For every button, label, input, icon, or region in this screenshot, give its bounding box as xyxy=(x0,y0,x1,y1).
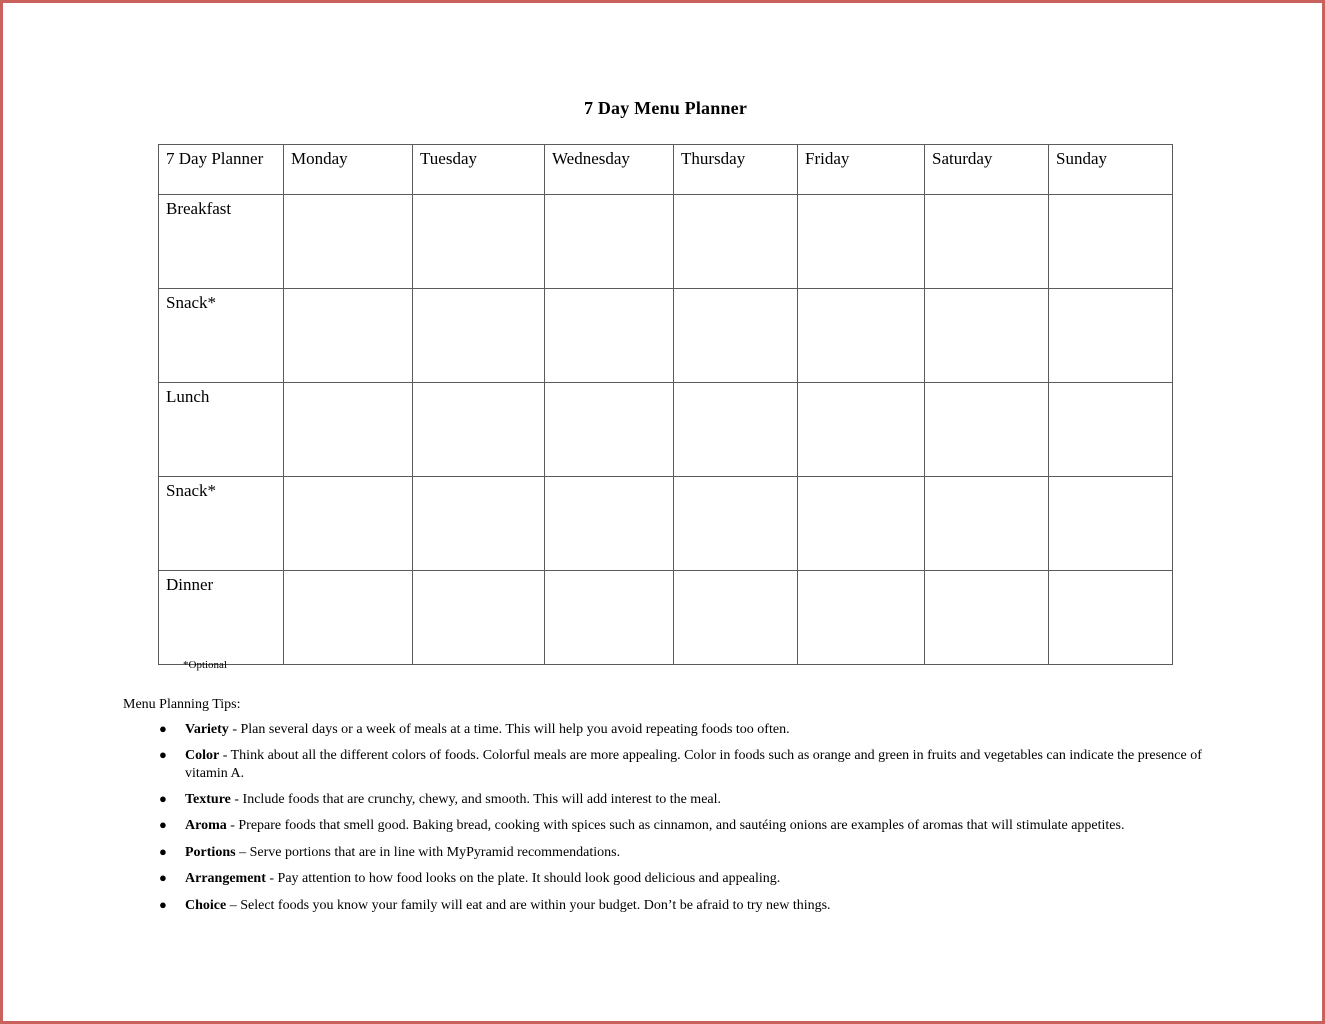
tip-term: Texture xyxy=(185,792,231,808)
planner-day-header-saturday: Saturday xyxy=(924,144,1049,195)
planner-cell-tuesday-3[interactable] xyxy=(412,476,545,571)
bullet-icon: ● xyxy=(159,817,167,833)
planner-cell-sunday-1[interactable] xyxy=(1048,288,1173,383)
tip-text: - Pay attention to how food looks on the… xyxy=(265,871,781,887)
tip-item: ● Choice – Select foods you know your fam… xyxy=(123,897,1213,914)
planner-cell-monday-4[interactable] xyxy=(283,570,413,665)
tip-text: - Think about all the different colors o… xyxy=(185,748,1202,781)
tip-item: ● Texture - Include foods that are crunch… xyxy=(123,791,1213,808)
planner-meal-label-snack-1: Snack* xyxy=(158,288,284,383)
planner-cell-saturday-4[interactable] xyxy=(924,570,1049,665)
planner-cell-thursday-3[interactable] xyxy=(673,476,798,571)
page-title: 7 Day Menu Planner xyxy=(583,98,748,118)
planner-cell-saturday-0[interactable] xyxy=(924,194,1049,289)
planner-cell-monday-3[interactable] xyxy=(283,476,413,571)
planner-cell-saturday-2[interactable] xyxy=(924,382,1049,477)
planner-cell-tuesday-4[interactable] xyxy=(412,570,545,665)
planner-meal-label-lunch-2: Lunch xyxy=(158,382,284,477)
planner-corner-label: 7 Day Planner xyxy=(158,144,284,195)
tip-text: – Serve portions that are in line with M… xyxy=(235,844,621,860)
tip-item: ● Variety - Plan several days or a week o… xyxy=(123,721,1213,738)
bullet-icon: ● xyxy=(159,896,167,912)
planner-cell-friday-4[interactable] xyxy=(797,570,925,665)
planner-day-header-thursday: Thursday xyxy=(673,144,798,195)
menu-planning-tips-list: ● Variety - Plan several days or a week o… xyxy=(123,721,1213,923)
planner-cell-saturday-3[interactable] xyxy=(924,476,1049,571)
tip-text: - Include foods that are crunchy, chewy,… xyxy=(230,792,722,808)
tip-term: Variety xyxy=(185,722,229,737)
planner-cell-friday-3[interactable] xyxy=(797,476,925,571)
planner-cell-friday-0[interactable] xyxy=(797,194,925,289)
planner-meal-label-dinner-4: Dinner xyxy=(158,570,284,665)
planner-cell-wednesday-4[interactable] xyxy=(544,570,674,665)
planner-day-header-wednesday: Wednesday xyxy=(544,144,674,195)
tip-text: - Plan several days or a week of meals a… xyxy=(228,722,790,737)
planner-cell-sunday-2[interactable] xyxy=(1048,382,1173,477)
planner-cell-thursday-0[interactable] xyxy=(673,194,798,289)
planner-cell-wednesday-0[interactable] xyxy=(544,194,674,289)
planner-day-header-tuesday: Tuesday xyxy=(412,144,545,195)
planner-cell-thursday-1[interactable] xyxy=(673,288,798,383)
planner-day-header-friday: Friday xyxy=(797,144,925,195)
tips-heading: Menu Planning Tips: xyxy=(123,697,241,712)
planner-cell-wednesday-1[interactable] xyxy=(544,288,674,383)
bullet-icon: ● xyxy=(159,870,167,886)
planner-cell-wednesday-3[interactable] xyxy=(544,476,674,571)
tip-item: ● Aroma - Prepare foods that smell good. … xyxy=(123,817,1213,834)
planner-cell-saturday-1[interactable] xyxy=(924,288,1049,383)
tip-item: ● Color - Think about all the different c… xyxy=(123,747,1213,782)
planner-header-row: 7 Day Planner Monday Tuesday Wednesday Thurs… xyxy=(158,144,1173,195)
planner-meal-label-snack-3: Snack* xyxy=(158,476,284,571)
planner-cell-monday-1[interactable] xyxy=(283,288,413,383)
bullet-icon: ● xyxy=(159,747,167,763)
tip-term: Portions xyxy=(185,844,236,860)
planner-cell-sunday-0[interactable] xyxy=(1048,194,1173,289)
planner-cell-tuesday-0[interactable] xyxy=(412,194,545,289)
tip-text: - Prepare foods that smell good. Baking … xyxy=(226,818,1125,834)
planner-meal-row: Snack* xyxy=(158,476,1173,571)
planner-meal-row: Lunch xyxy=(158,382,1173,477)
tip-item: ● Portions – Serve portions that are in l… xyxy=(123,844,1213,861)
planner-cell-friday-2[interactable] xyxy=(797,382,925,477)
planner-cell-sunday-4[interactable] xyxy=(1048,570,1173,665)
planner-meal-row: Breakfast xyxy=(158,194,1173,289)
bullet-icon: ● xyxy=(159,721,167,736)
planner-meal-row: Dinner xyxy=(158,570,1173,665)
tip-text: – Select foods you know your family will… xyxy=(226,897,831,913)
planner-day-header-sunday: Sunday xyxy=(1048,144,1173,195)
planner-cell-thursday-2[interactable] xyxy=(673,382,798,477)
planner-cell-friday-1[interactable] xyxy=(797,288,925,383)
tip-term: Color xyxy=(185,748,220,764)
tip-term: Aroma xyxy=(185,818,227,834)
planner-cell-monday-2[interactable] xyxy=(283,382,413,477)
optional-footnote: *Optional xyxy=(183,659,227,671)
menu-planner-table: 7 Day Planner Monday Tuesday Wednesday Thurs… xyxy=(158,144,1173,665)
planner-meal-row: Snack* xyxy=(158,288,1173,383)
planner-cell-tuesday-1[interactable] xyxy=(412,288,545,383)
planner-day-header-monday: Monday xyxy=(283,144,413,195)
planner-cell-wednesday-2[interactable] xyxy=(544,382,674,477)
bullet-icon: ● xyxy=(159,843,167,859)
tip-item: ● Arrangement - Pay attention to how food… xyxy=(123,870,1213,887)
planner-cell-sunday-3[interactable] xyxy=(1048,476,1173,571)
planner-cell-monday-0[interactable] xyxy=(283,194,413,289)
tip-term: Choice xyxy=(185,897,227,913)
planner-cell-thursday-4[interactable] xyxy=(673,570,798,665)
tip-term: Arrangement xyxy=(185,871,266,887)
planner-cell-tuesday-2[interactable] xyxy=(412,382,545,477)
bullet-icon: ● xyxy=(159,791,167,807)
planner-meal-label-breakfast-0: Breakfast xyxy=(158,194,284,289)
document-page: 7 Day Menu Planner 7 Day Planner Monday Tu… xyxy=(0,0,1325,1024)
